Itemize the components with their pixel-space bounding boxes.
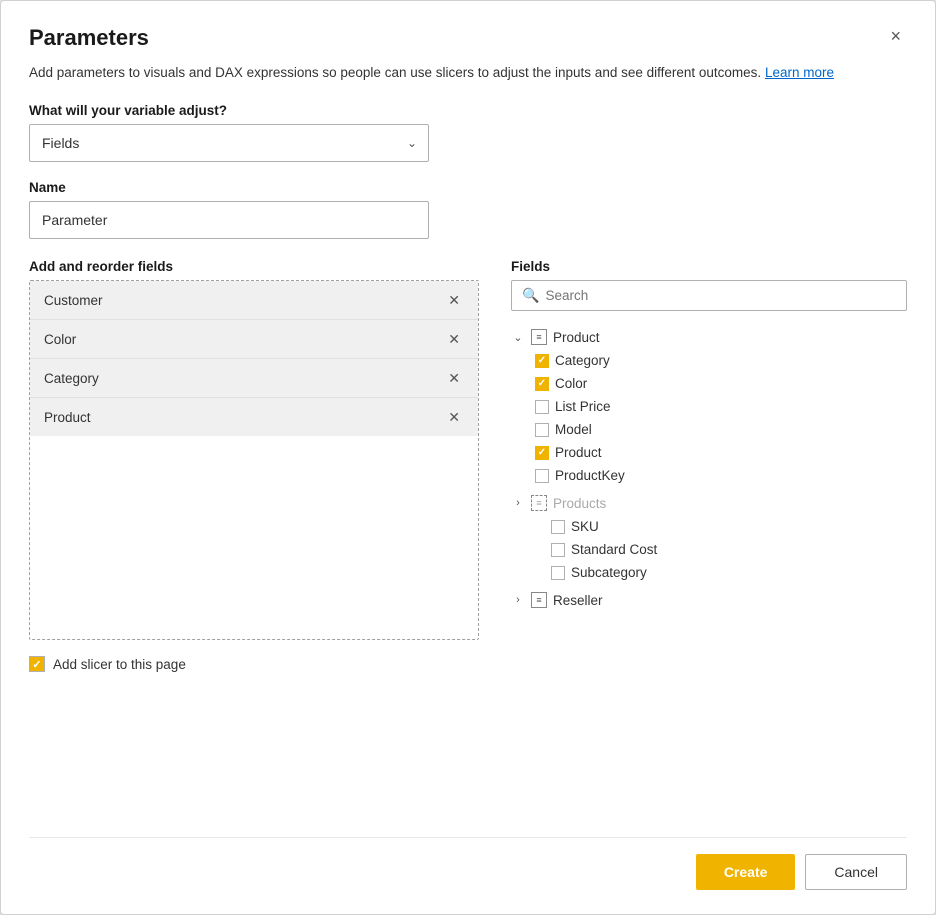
expand-products-icon: › — [511, 497, 525, 509]
field-row-customer[interactable]: Customer ✕ — [30, 281, 478, 320]
product-table-label: Product — [553, 330, 600, 345]
parameters-dialog: Parameters × Add parameters to visuals a… — [0, 0, 936, 915]
field-label-customer: Customer — [44, 293, 103, 308]
products-table-label: Products — [553, 496, 606, 511]
variable-label: What will your variable adjust? — [29, 103, 907, 118]
listprice-label: List Price — [555, 399, 611, 414]
listprice-checkbox[interactable] — [535, 400, 549, 414]
tree-reseller-table[interactable]: › ≡ Reseller — [511, 588, 903, 612]
standardcost-checkbox[interactable] — [551, 543, 565, 557]
variable-select[interactable]: Fields Numeric range — [29, 124, 429, 162]
tree-product-table[interactable]: ⌄ ≡ Product — [511, 325, 903, 349]
description-text: Add parameters to visuals and DAX expres… — [29, 63, 907, 83]
dialog-title: Parameters — [29, 25, 149, 51]
sku-checkbox[interactable] — [551, 520, 565, 534]
tree-listprice-node[interactable]: List Price — [511, 395, 903, 418]
dialog-header: Parameters × — [29, 25, 907, 51]
variable-section: What will your variable adjust? Fields N… — [29, 103, 907, 180]
right-column: Fields 🔍 ⌄ ≡ Product Category — [511, 259, 907, 813]
tree-productkey-node[interactable]: ProductKey — [511, 464, 903, 487]
productkey-label: ProductKey — [555, 468, 625, 483]
field-label-category: Category — [44, 371, 99, 386]
subcategory-checkbox[interactable] — [551, 566, 565, 580]
model-label: Model — [555, 422, 592, 437]
fields-panel-label: Fields — [511, 259, 907, 274]
category-label: Category — [555, 353, 610, 368]
field-row-category[interactable]: Category ✕ — [30, 359, 478, 398]
field-row-color[interactable]: Color ✕ — [30, 320, 478, 359]
add-slicer-label: Add slicer to this page — [53, 657, 186, 672]
dialog-footer: Create Cancel — [29, 837, 907, 890]
standardcost-label: Standard Cost — [571, 542, 657, 557]
search-icon: 🔍 — [522, 287, 539, 304]
close-button[interactable]: × — [884, 25, 907, 47]
color-checkbox[interactable] — [535, 377, 549, 391]
product-field-label: Product — [555, 445, 602, 460]
subcategory-label: Subcategory — [571, 565, 647, 580]
name-label: Name — [29, 180, 907, 195]
add-reorder-label: Add and reorder fields — [29, 259, 479, 274]
field-label-product: Product — [44, 410, 91, 425]
category-checkbox[interactable] — [535, 354, 549, 368]
products-table-icon: ≡ — [531, 495, 547, 511]
color-label: Color — [555, 376, 587, 391]
product-table-icon: ≡ — [531, 329, 547, 345]
tree-color-node[interactable]: Color — [511, 372, 903, 395]
tree-sku-node[interactable]: SKU — [511, 515, 903, 538]
cancel-button[interactable]: Cancel — [805, 854, 907, 890]
tree-product-node[interactable]: Product — [511, 441, 903, 464]
collapse-product-icon: ⌄ — [511, 331, 525, 344]
sku-label: SKU — [571, 519, 599, 534]
field-label-color: Color — [44, 332, 76, 347]
search-input[interactable] — [545, 288, 896, 303]
remove-category-button[interactable]: ✕ — [444, 369, 464, 387]
fields-ordered-list: Customer ✕ Color ✕ Category ✕ Product ✕ — [29, 280, 479, 640]
create-button[interactable]: Create — [696, 854, 796, 890]
productkey-checkbox[interactable] — [535, 469, 549, 483]
reseller-table-icon: ≡ — [531, 592, 547, 608]
model-checkbox[interactable] — [535, 423, 549, 437]
add-slicer-checkbox[interactable]: ✓ — [29, 656, 45, 672]
name-section: Name — [29, 180, 907, 259]
left-column: Add and reorder fields Customer ✕ Color … — [29, 259, 479, 813]
tree-standardcost-node[interactable]: Standard Cost — [511, 538, 903, 561]
learn-more-link[interactable]: Learn more — [765, 65, 834, 80]
remove-color-button[interactable]: ✕ — [444, 330, 464, 348]
add-slicer-row: ✓ Add slicer to this page — [29, 656, 479, 672]
tree-category-node[interactable]: Category — [511, 349, 903, 372]
fields-tree: ⌄ ≡ Product Category Color List Price — [511, 321, 907, 612]
name-input[interactable] — [29, 201, 429, 239]
tree-products-table[interactable]: › ≡ Products — [511, 491, 903, 515]
remove-product-button[interactable]: ✕ — [444, 408, 464, 426]
reseller-table-label: Reseller — [553, 593, 603, 608]
two-col-layout: Add and reorder fields Customer ✕ Color … — [29, 259, 907, 813]
variable-select-wrapper: Fields Numeric range ⌄ — [29, 124, 429, 162]
search-box[interactable]: 🔍 — [511, 280, 907, 311]
tree-model-node[interactable]: Model — [511, 418, 903, 441]
product-checkbox[interactable] — [535, 446, 549, 460]
expand-reseller-icon: › — [511, 594, 525, 606]
checkmark-icon: ✓ — [32, 658, 41, 671]
field-row-product[interactable]: Product ✕ — [30, 398, 478, 436]
remove-customer-button[interactable]: ✕ — [444, 291, 464, 309]
tree-subcategory-node[interactable]: Subcategory — [511, 561, 903, 584]
